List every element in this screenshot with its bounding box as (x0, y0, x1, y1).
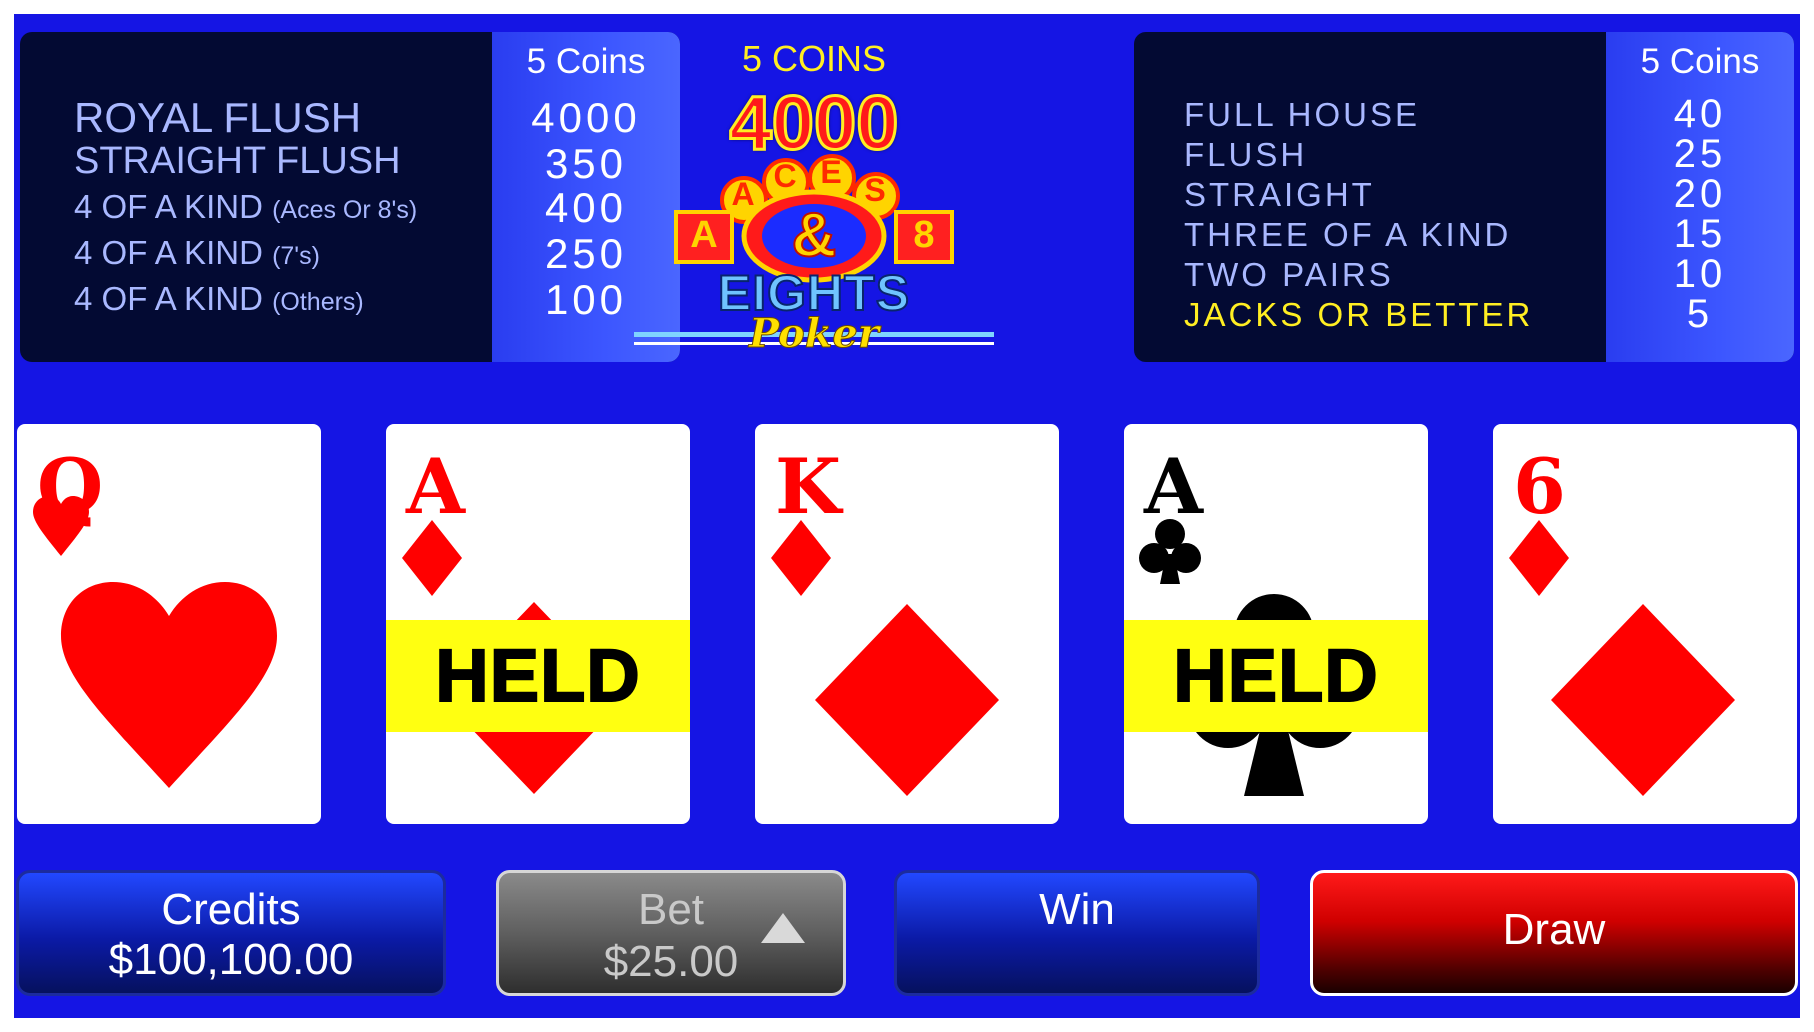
hand-name: ROYAL FLUSH (74, 94, 362, 141)
payout-value: 15 (1673, 212, 1727, 256)
paytable-right-column-header: 5 Coins (1640, 42, 1760, 81)
logo-badge-a: A (690, 214, 718, 256)
draw-button[interactable]: Draw (1310, 870, 1798, 996)
win-display: Win (894, 870, 1260, 996)
logo-letter-a: A (731, 176, 755, 212)
hand-name: JACKS OR BETTER (1184, 296, 1534, 333)
logo-badge-8: 8 (913, 214, 935, 256)
logo-word-poker: Poker (749, 310, 880, 358)
logo-letter-c: C (773, 158, 797, 194)
hand-name: FULL HOUSE (1184, 96, 1420, 133)
card-rank: Q (37, 442, 104, 531)
paytable-right: 5 Coins FULL HOUSE 40 FLUSH 25 STRAIGHT … (1134, 32, 1794, 362)
credits-label: Credits (161, 885, 301, 934)
card-5[interactable]: 6 (1493, 424, 1797, 824)
bet-value: $25.00 (603, 937, 739, 986)
increase-bet-arrow-icon[interactable] (761, 913, 805, 943)
hand-qualifier: (Others) (272, 288, 364, 316)
bet-button[interactable]: Bet $25.00 (496, 870, 846, 996)
payout-value: 10 (1673, 252, 1727, 296)
card-rank: K (775, 442, 842, 531)
aces-and-eights-poker-logo: 5 COINS 4000 A C E S A 8 & EIGHTS Poker (604, 32, 1024, 372)
payout-value: 40 (1673, 92, 1727, 136)
paytable-row-4-kind-others: 4 OF A KIND (Others) 100 (20, 276, 680, 330)
card-2[interactable]: A HELD (386, 424, 690, 824)
held-banner: HELD (386, 620, 690, 732)
logo-letter-e: E (820, 154, 842, 190)
game-screen: 5 Coins ROYAL FLUSH 4000 STRAIGHT FLUSH … (14, 14, 1800, 1018)
card-rank: A (1144, 442, 1203, 531)
logo-ampersand: & (791, 200, 838, 271)
card-3[interactable]: K (755, 424, 1059, 824)
hand-name: THREE OF A KIND (1184, 216, 1512, 253)
paytable-row-royal-flush: ROYAL FLUSH 4000 (20, 94, 680, 144)
card-rank: A (406, 442, 465, 531)
hand-name: STRAIGHT (1184, 176, 1375, 213)
payout-value: 25 (1673, 132, 1727, 176)
credits-display: Credits $100,100.00 (16, 870, 446, 996)
hand-name: TWO PAIRS (1184, 256, 1394, 293)
card-1[interactable]: Q (17, 424, 321, 824)
win-label: Win (1039, 885, 1115, 934)
paytable-row-straight-flush: STRAIGHT FLUSH 350 (20, 140, 680, 190)
hand-qualifier: (7's) (272, 242, 320, 270)
hand-name: 4 OF A KIND (74, 234, 263, 271)
hand-qualifier: (Aces Or 8's) (272, 196, 418, 224)
paytable-left: 5 Coins ROYAL FLUSH 4000 STRAIGHT FLUSH … (20, 32, 680, 362)
card-4[interactable]: A HELD (1124, 424, 1428, 824)
payout-value: 5 (1686, 292, 1714, 336)
payout-value: 20 (1673, 172, 1727, 216)
draw-label: Draw (1502, 905, 1606, 954)
hand-name: STRAIGHT FLUSH (74, 140, 401, 182)
hand-name: 4 OF A KIND (74, 188, 263, 225)
held-banner: HELD (1124, 620, 1428, 732)
hand-name: FLUSH (1184, 136, 1308, 173)
credits-value: $100,100.00 (108, 935, 354, 984)
paytable-row-jacks-or-better: JACKS OR BETTER 5 (1134, 292, 1794, 346)
hand-name: 4 OF A KIND (74, 280, 263, 317)
card-rank: 6 (1513, 442, 1566, 531)
